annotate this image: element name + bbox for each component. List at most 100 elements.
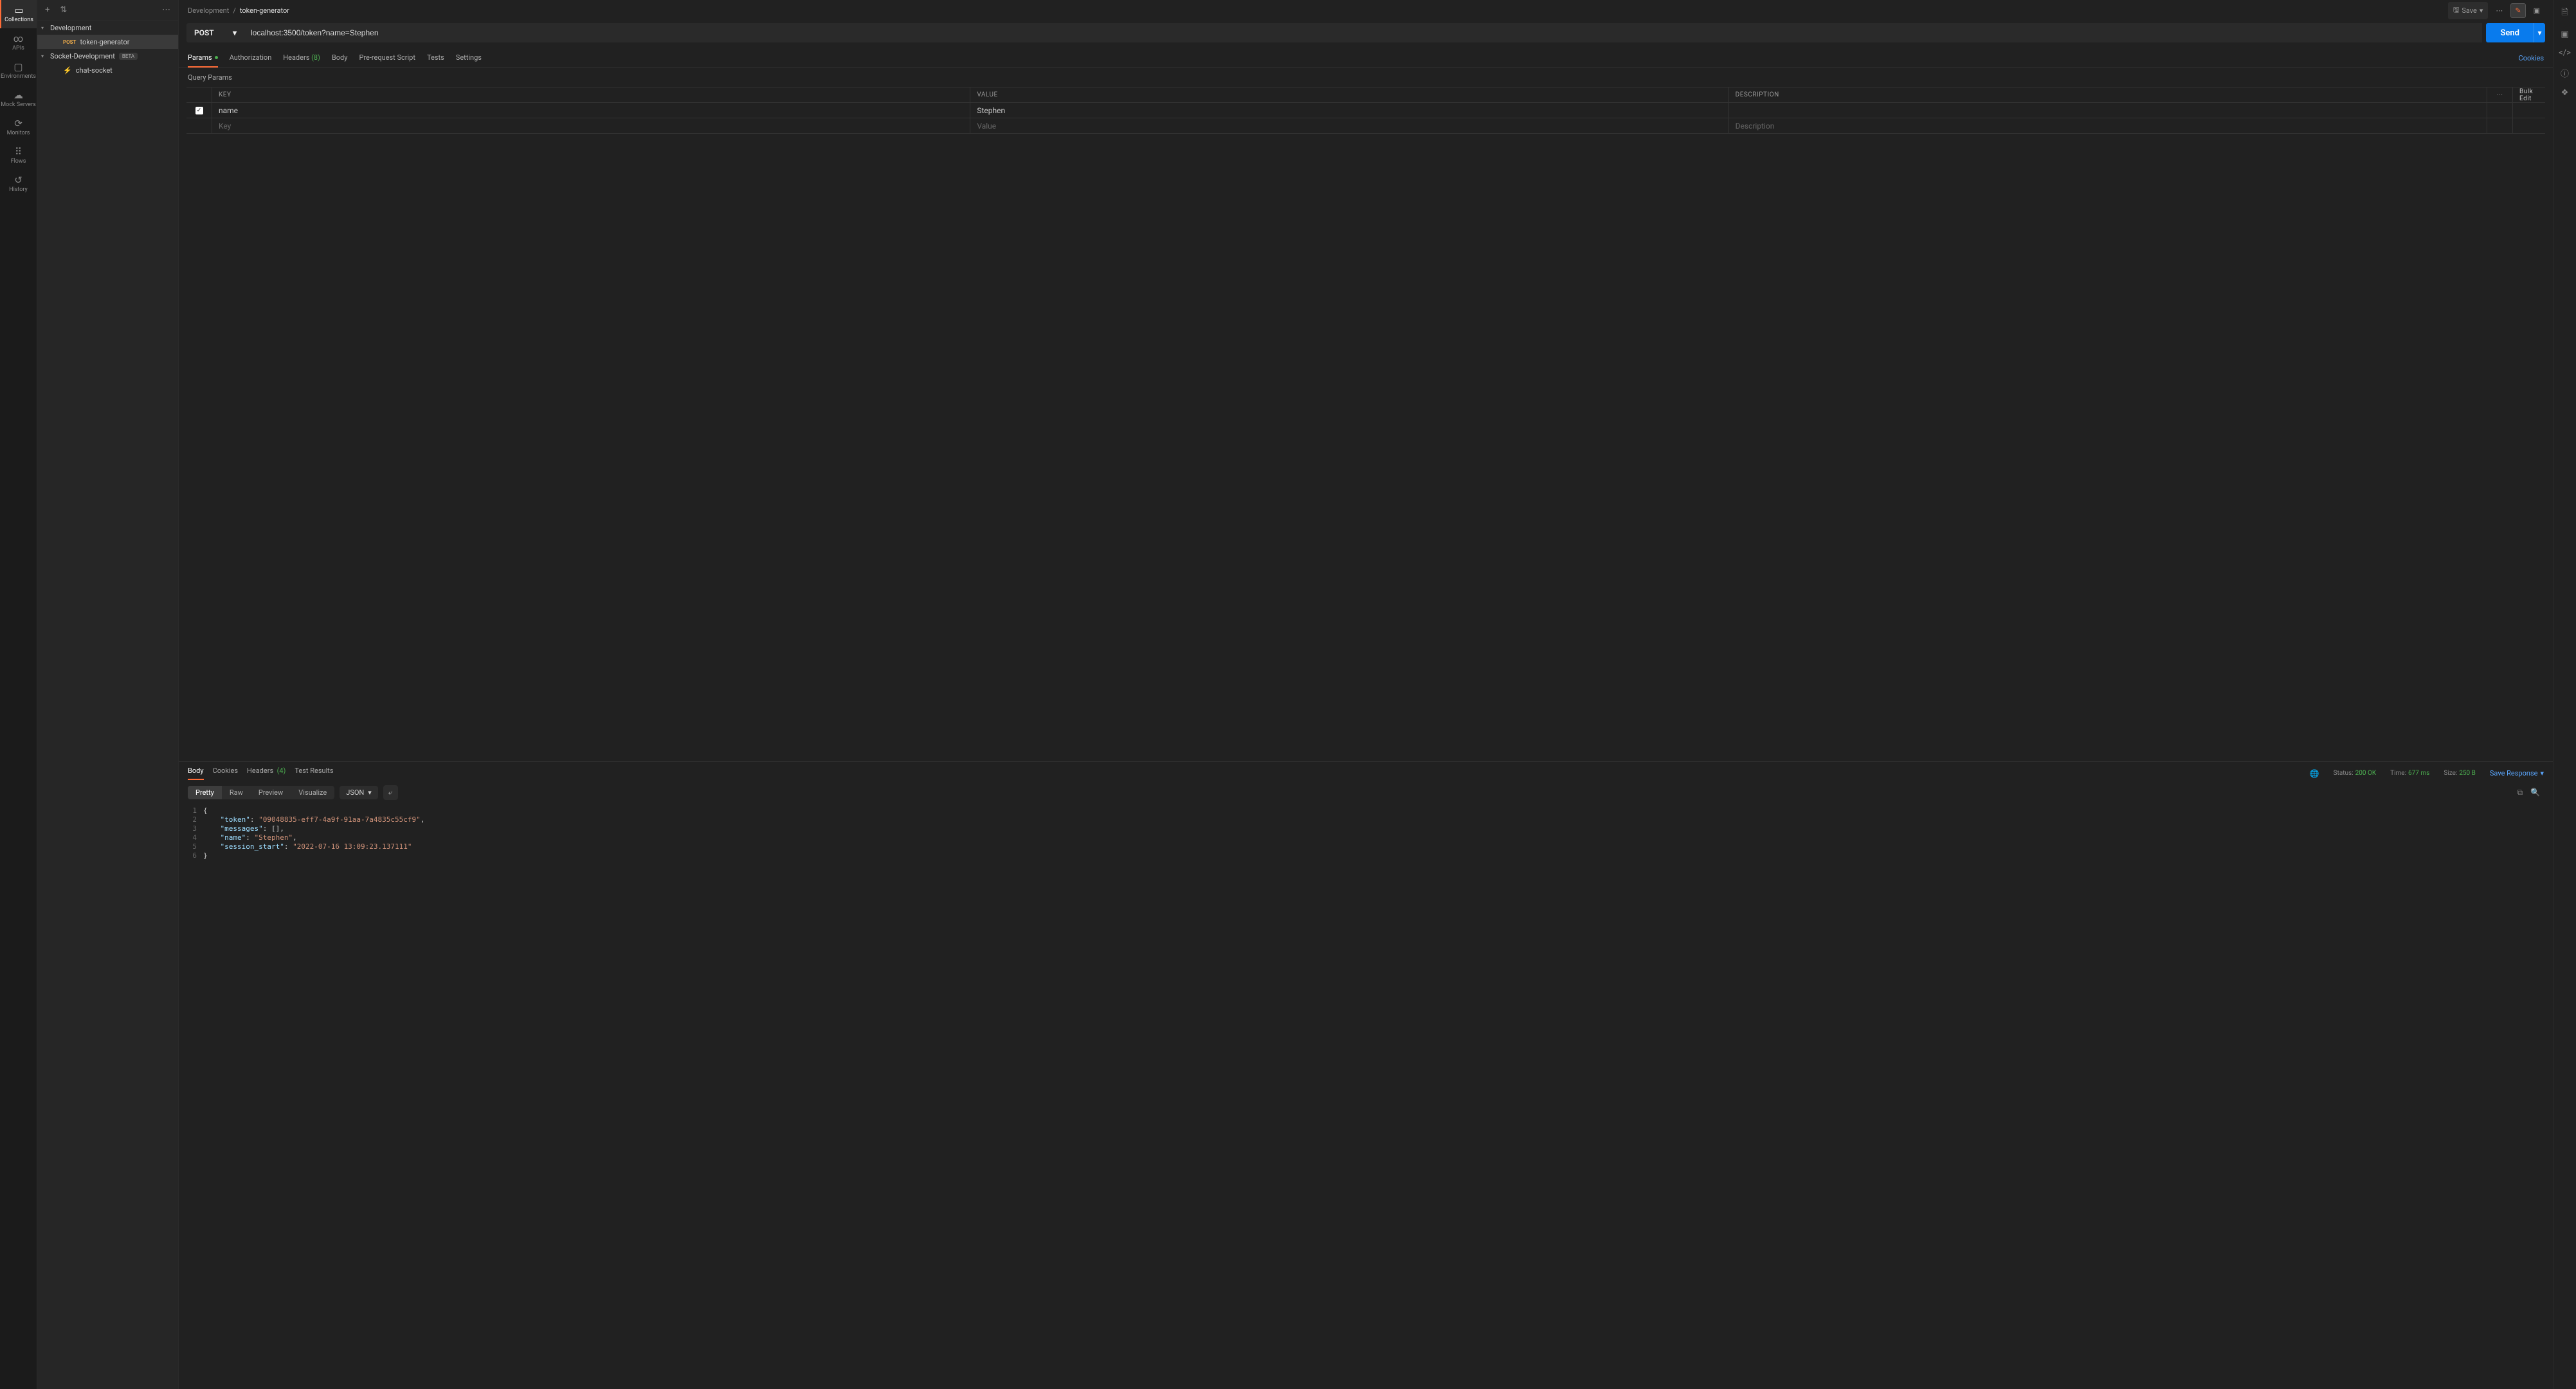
tree-request-token[interactable]: POST token-generator [37, 35, 178, 49]
new-key-input[interactable]: Key [212, 118, 970, 133]
flow-icon: ⠿ [15, 147, 22, 157]
tab-settings[interactable]: Settings [456, 49, 482, 68]
hint-icon[interactable]: ❖ [2561, 88, 2569, 98]
params-row: ✓ name Stephen [186, 103, 2545, 118]
breadcrumb-name: token-generator [240, 6, 289, 15]
url-bar: POST ▾ Send ▾ [186, 23, 2545, 42]
view-mode-group: Pretty Raw Preview Visualize [188, 786, 334, 799]
socket-name: chat-socket [76, 66, 113, 75]
send-label: Send [2500, 28, 2519, 38]
breadcrumb-parent[interactable]: Development [188, 6, 229, 15]
rail-environments[interactable]: ▢ Environments [0, 57, 37, 85]
param-desc[interactable] [1729, 103, 2487, 118]
left-rail: ▭ Collections ∞ APIs ▢ Environments ☁ Mo… [0, 0, 37, 1389]
tree-socket[interactable]: ⚡ chat-socket [37, 63, 178, 77]
view-raw-button[interactable]: Raw [222, 786, 251, 799]
request-empty-area [179, 134, 2553, 761]
rail-apis[interactable]: ∞ APIs [0, 28, 37, 57]
rail-label: Mock Servers [1, 102, 36, 108]
globe-icon[interactable]: 🌐 [2310, 769, 2319, 778]
new-value-input[interactable]: Value [970, 118, 1728, 133]
tab-body[interactable]: Body [332, 49, 348, 68]
chevron-down-icon: ▾ [41, 25, 46, 31]
tab-prereq[interactable]: Pre-request Script [359, 49, 415, 68]
resp-tab-tests[interactable]: Test Results [295, 767, 333, 780]
save-response-button[interactable]: Save Response ▾ [2490, 769, 2544, 777]
params-new-row: Key Value Description [186, 118, 2545, 134]
method-select[interactable]: POST ▾ [186, 23, 244, 42]
active-dot-icon [215, 56, 218, 59]
comments-icon[interactable]: ▣ [2561, 30, 2568, 39]
breadcrumb-sep: / [233, 6, 236, 15]
add-button[interactable]: + [42, 4, 52, 16]
rail-label: APIs [12, 45, 24, 51]
send-button[interactable]: Send [2486, 23, 2534, 42]
rail-collections[interactable]: ▭ Collections [0, 0, 37, 28]
method-tag: POST [63, 39, 76, 45]
request-tabs: Params Authorization Headers (8) Body Pr… [179, 49, 2553, 68]
right-rail: 🗎 ▣ </> ⓘ ❖ [2553, 0, 2576, 1389]
new-desc-input[interactable]: Description [1729, 118, 2487, 133]
save-label: Save [2462, 6, 2477, 15]
bulk-edit-button[interactable]: Bulk Edit [2513, 87, 2545, 102]
rail-monitors[interactable]: ⟳ Monitors [0, 113, 37, 141]
save-button[interactable]: 🖫 Save ▾ [2448, 2, 2488, 19]
param-key[interactable]: name [212, 103, 970, 118]
server-icon: ☁ [14, 91, 23, 100]
search-icon[interactable]: 🔍 [2526, 785, 2544, 799]
param-value[interactable]: Stephen [970, 103, 1728, 118]
rail-label: History [9, 186, 28, 193]
col-desc: DESCRIPTION [1729, 87, 2487, 102]
response-tabs: Body Cookies Headers (4) Test Results 🌐 … [179, 762, 2553, 781]
rail-history[interactable]: ↺ History [0, 170, 37, 198]
tree-folder-socket[interactable]: ▾ Socket-Development BETA [37, 49, 178, 63]
tab-params[interactable]: Params [188, 49, 218, 68]
resp-tab-cookies[interactable]: Cookies [213, 767, 238, 780]
beta-badge: BETA [119, 53, 138, 60]
info-icon[interactable]: ⓘ [2561, 67, 2569, 79]
comment-icon[interactable]: ▣ [2530, 4, 2544, 17]
view-preview-button[interactable]: Preview [251, 786, 291, 799]
websocket-icon: ⚡ [63, 66, 72, 75]
save-icon: 🖫 [2453, 5, 2459, 17]
docs-icon[interactable]: 🗎 [2561, 6, 2568, 21]
method-value: POST [194, 28, 214, 37]
rail-label: Environments [1, 73, 36, 80]
edit-icon[interactable]: ✎ [2510, 3, 2525, 18]
resp-tab-headers[interactable]: Headers (4) [247, 767, 286, 780]
filter-icon[interactable]: ⇅ [57, 4, 69, 16]
params-header-row: KEY VALUE DESCRIPTION ⋯ Bulk Edit [186, 87, 2545, 103]
chevron-down-icon: ▾ [233, 28, 237, 37]
tab-tests[interactable]: Tests [427, 49, 444, 68]
cookies-link[interactable]: Cookies [2519, 54, 2544, 62]
code-icon[interactable]: </> [2559, 48, 2571, 58]
chevron-down-icon: ▾ [368, 788, 372, 797]
resp-tab-body[interactable]: Body [188, 767, 204, 780]
chevron-down-icon: ▾ [41, 53, 46, 59]
sidebar-toolbar: + ⇅ ⋯ [37, 0, 178, 21]
rail-flows[interactable]: ⠿ Flows [0, 141, 37, 170]
copy-icon[interactable]: ⧉ [2513, 785, 2526, 800]
more-icon[interactable]: ⋯ [2492, 4, 2507, 17]
collection-name: Development [50, 24, 91, 32]
main-header: Development / token-generator 🖫 Save ▾ ⋯… [179, 0, 2553, 21]
param-checkbox[interactable]: ✓ [195, 107, 203, 114]
col-options-icon[interactable]: ⋯ [2487, 87, 2513, 102]
language-select[interactable]: JSON ▾ [340, 786, 378, 799]
api-icon: ∞ [14, 34, 23, 44]
response-body-code[interactable]: 1{2 "token": "09048835-eff7-4a9f-91aa-7a… [179, 804, 2553, 1389]
send-menu-button[interactable]: ▾ [2534, 23, 2545, 42]
col-key: KEY [212, 87, 970, 102]
tab-headers[interactable]: Headers (8) [283, 49, 320, 68]
view-visualize-button[interactable]: Visualize [291, 786, 334, 799]
wrap-toggle-icon[interactable]: ⤶ [383, 785, 398, 800]
rail-label: Flows [11, 158, 26, 165]
tab-authorization[interactable]: Authorization [230, 49, 272, 68]
view-pretty-button[interactable]: Pretty [188, 786, 222, 799]
tree-collection[interactable]: ▾ Development [37, 21, 178, 35]
more-icon[interactable]: ⋯ [159, 4, 173, 16]
url-input[interactable] [244, 23, 2482, 42]
resp-size: Size: 250 B [2444, 770, 2476, 777]
resp-time: Time: 677 ms [2390, 770, 2429, 777]
rail-mock[interactable]: ☁ Mock Servers [0, 85, 37, 113]
